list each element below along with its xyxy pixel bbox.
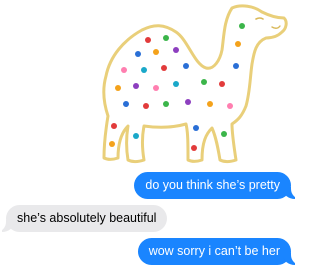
sprinkle — [153, 49, 159, 55]
sprinkle — [121, 67, 127, 73]
sprinkle — [191, 145, 197, 151]
sprinkle — [235, 41, 241, 47]
sprinkle — [133, 133, 139, 139]
sprinkle — [193, 125, 199, 131]
sprinkle — [163, 101, 169, 107]
message-bubble-sent[interactable]: do you think she’s pretty — [134, 172, 301, 199]
sprinkle — [143, 103, 149, 109]
sprinkle — [109, 141, 115, 147]
sprinkle — [201, 79, 207, 85]
sprinkle — [111, 123, 117, 129]
sprinkle — [233, 63, 239, 69]
camel-sticker[interactable] — [96, 2, 292, 170]
message-bubble-received[interactable]: she’s absolutely beautiful — [0, 205, 168, 232]
sprinkle — [133, 83, 139, 89]
sprinkle — [173, 81, 179, 87]
message-text: she’s absolutely beautiful — [17, 211, 157, 225]
sprinkle — [207, 101, 213, 107]
sprinkle — [219, 81, 225, 87]
sprinkle — [163, 35, 169, 41]
sprinkle — [141, 67, 147, 73]
sprinkle — [185, 99, 191, 105]
sprinkle — [123, 101, 129, 107]
frosted-animal-cracker-camel-icon — [102, 4, 288, 163]
sprinkle — [239, 23, 245, 29]
sprinkle — [145, 37, 151, 43]
sprinkle — [173, 47, 179, 53]
sprinkle — [153, 85, 159, 91]
camel-body-shape — [102, 4, 288, 163]
sprinkle — [135, 51, 141, 57]
sprinkle — [227, 103, 233, 109]
sprinkle — [161, 65, 167, 71]
message-text: wow sorry i can’t be her — [148, 244, 280, 258]
message-bubble-sent[interactable]: wow sorry i can’t be her — [137, 238, 302, 265]
sprinkle — [183, 63, 189, 69]
message-text: do you think she’s pretty — [145, 178, 280, 192]
sprinkle — [221, 131, 227, 137]
sprinkle — [115, 85, 121, 91]
